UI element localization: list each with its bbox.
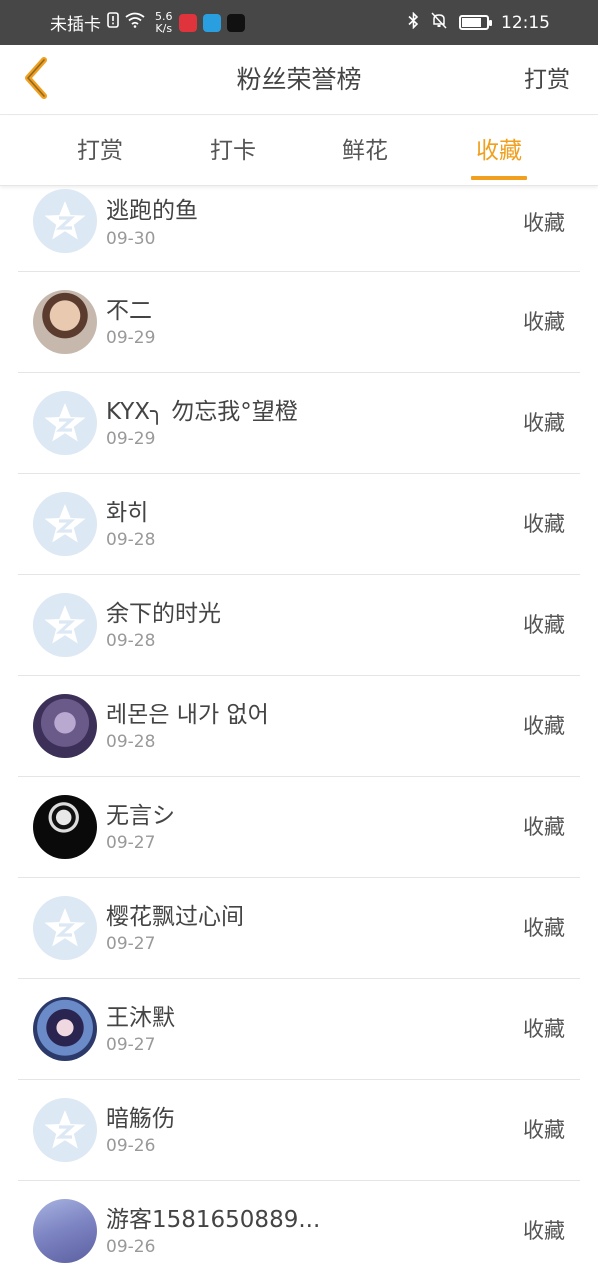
tab-favorites[interactable]: 收藏 [459, 116, 539, 186]
default-avatar [33, 189, 97, 253]
list-item-date: 09-29 [106, 429, 156, 449]
list-item-name: 逃跑的鱼 [106, 198, 198, 224]
status-bar-left: 未插卡 5.6 K/s [50, 0, 245, 45]
default-avatar [33, 896, 97, 960]
clock: 12:15 [501, 12, 550, 33]
list-item-date: 09-28 [106, 530, 156, 550]
list-item-name: KYX╮ 勿忘我°望橙 [106, 399, 298, 425]
network-speed-value: 5.6 [155, 9, 173, 23]
status-bar-right: 12:15 [408, 0, 550, 45]
list-item-name: 余下的时光 [106, 601, 221, 627]
list-item-name: 樱花飘过心间 [106, 904, 244, 930]
wifi-icon [125, 12, 145, 33]
list-item[interactable]: 游客1581650889... 09-26 收藏 [0, 1181, 598, 1280]
list-item-date: 09-26 [106, 1136, 156, 1156]
list-item-action: 收藏 [523, 815, 565, 839]
tab-checkin[interactable]: 打卡 [193, 116, 273, 186]
photo-avatar [33, 694, 97, 758]
photo-avatar [33, 290, 97, 354]
carrier-text: 未插卡 [50, 15, 101, 35]
list-item[interactable]: 레몬은 내가 없어 09-28 收藏 [0, 676, 598, 777]
tab-flowers[interactable]: 鲜花 [325, 116, 405, 186]
list-item-action: 收藏 [523, 916, 565, 940]
list-item-action: 收藏 [523, 512, 565, 536]
app-notification-icon [178, 13, 197, 32]
page-title: 粉丝荣誉榜 [236, 65, 362, 94]
tab-tip[interactable]: 打赏 [60, 116, 140, 186]
list-item-action: 收藏 [523, 411, 565, 435]
list-item-name: 王沐默 [106, 1005, 175, 1031]
qq-notification-icon [202, 13, 221, 32]
tab-bar: 打赏 打卡 鲜花 收藏 [0, 116, 598, 186]
network-speed-unit: K/s [155, 21, 173, 35]
photo-avatar [33, 1199, 97, 1263]
fan-list: 逃跑的鱼 09-30 收藏 不二 09-29 收藏 KYX╮ 勿忘我°望橙 09… [0, 186, 598, 1280]
list-item-date: 09-26 [106, 1237, 156, 1257]
list-item-date: 09-28 [106, 631, 156, 651]
list-item-name: 游客1581650889... [106, 1207, 321, 1233]
list-item-action: 收藏 [523, 211, 565, 235]
list-item-name: 화히 [106, 500, 149, 526]
default-avatar [33, 1098, 97, 1162]
default-avatar [33, 593, 97, 657]
status-bar: 未插卡 5.6 K/s 12:15 [0, 0, 598, 45]
list-item-date: 09-30 [106, 229, 156, 249]
list-item[interactable]: KYX╮ 勿忘我°望橙 09-29 收藏 [0, 373, 598, 474]
list-item-name: 无言シ [106, 803, 175, 829]
list-item-date: 09-27 [106, 934, 156, 954]
tiktok-notification-icon [226, 13, 245, 32]
list-item-action: 收藏 [523, 1017, 565, 1041]
list-item-action: 收藏 [523, 714, 565, 738]
list-item-action: 收藏 [523, 613, 565, 637]
bluetooth-icon [408, 11, 419, 34]
list-item[interactable]: 逃跑的鱼 09-30 收藏 [0, 186, 598, 272]
photo-avatar [33, 997, 97, 1061]
list-item-name: 暗觞伤 [106, 1106, 175, 1132]
list-item-action: 收藏 [523, 1118, 565, 1142]
list-item[interactable]: 暗觞伤 09-26 收藏 [0, 1080, 598, 1181]
default-avatar [33, 391, 97, 455]
sim-alert-icon [107, 12, 119, 33]
network-speed: 5.6 K/s [155, 9, 173, 35]
default-avatar [33, 492, 97, 556]
list-item-date: 09-27 [106, 833, 156, 853]
list-item-name: 不二 [106, 298, 152, 324]
list-item-action: 收藏 [523, 1219, 565, 1243]
list-item[interactable]: 화히 09-28 收藏 [0, 474, 598, 575]
list-item-name: 레몬은 내가 없어 [106, 702, 269, 728]
battery-icon [459, 15, 492, 30]
list-item[interactable]: 不二 09-29 收藏 [0, 272, 598, 373]
list-item-date: 09-28 [106, 732, 156, 752]
list-item[interactable]: 无言シ 09-27 收藏 [0, 777, 598, 878]
list-item[interactable]: 王沐默 09-27 收藏 [0, 979, 598, 1080]
list-item[interactable]: 樱花飘过心间 09-27 收藏 [0, 878, 598, 979]
list-item-date: 09-29 [106, 328, 156, 348]
list-item-date: 09-27 [106, 1035, 156, 1055]
list-item-action: 收藏 [523, 310, 565, 334]
tip-button[interactable]: 打赏 [524, 45, 570, 115]
list-item[interactable]: 余下的时光 09-28 收藏 [0, 575, 598, 676]
photo-avatar [33, 795, 97, 859]
mute-bell-icon [431, 11, 447, 34]
app-header: 粉丝荣誉榜 打赏 [0, 45, 598, 115]
